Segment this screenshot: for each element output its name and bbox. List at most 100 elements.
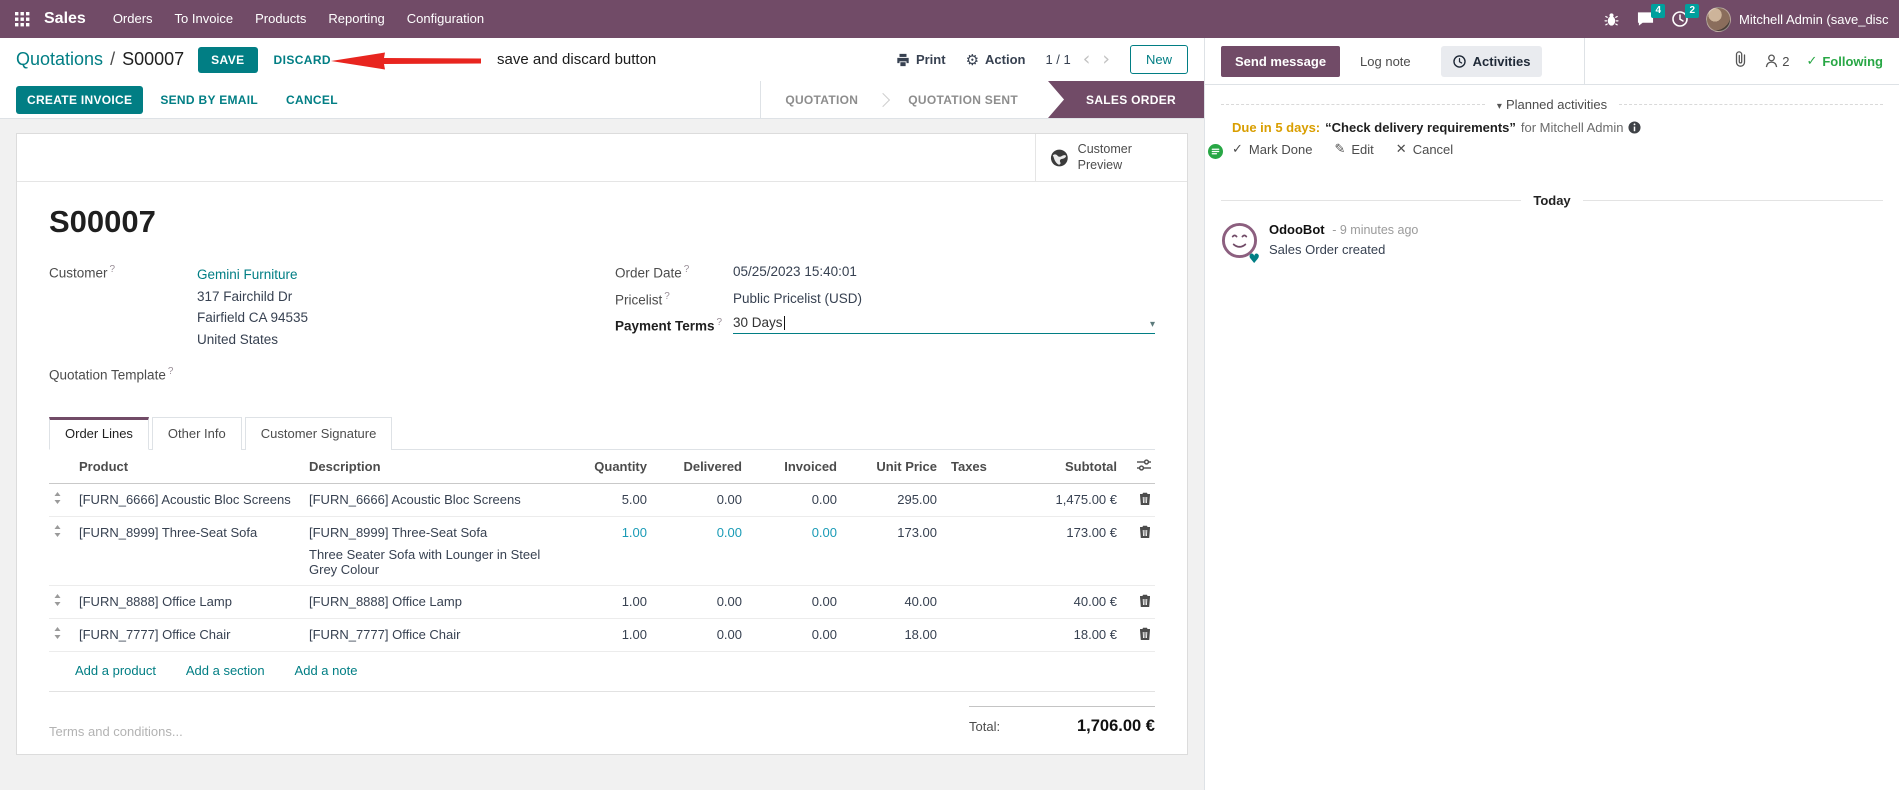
customer-preview-button[interactable]: Customer Preview xyxy=(1035,134,1187,181)
cell-description[interactable]: [FURN_8888] Office Lamp xyxy=(305,584,563,619)
cell-unit-price[interactable]: 295.00 xyxy=(841,483,941,516)
app-name[interactable]: Sales xyxy=(44,10,86,28)
payment-terms-field[interactable]: 30 Days ▾ xyxy=(733,315,1155,334)
cell-unit-price[interactable]: 40.00 xyxy=(841,584,941,619)
cell-unit-price[interactable]: 18.00 xyxy=(841,617,941,651)
order-line-row: [FURN_7777] Office Chair [FURN_7777] Off… xyxy=(49,617,1155,651)
delete-line-icon[interactable] xyxy=(1121,584,1155,619)
cancel-button[interactable]: CANCEL xyxy=(275,86,349,114)
order-date-field[interactable]: 05/25/2023 15:40:01 xyxy=(733,264,857,281)
customer-name-link[interactable]: Gemini Furniture xyxy=(197,264,308,286)
pager-value: 1 / 1 xyxy=(1045,52,1071,67)
message-author[interactable]: OdooBot xyxy=(1269,222,1325,237)
cell-invoiced[interactable]: 0.00 xyxy=(746,515,841,586)
cell-product[interactable]: [FURN_6666] Acoustic Bloc Screens xyxy=(75,483,305,516)
cell-invoiced[interactable]: 0.00 xyxy=(746,584,841,619)
nav-menu-products[interactable]: Products xyxy=(244,0,317,38)
info-icon[interactable] xyxy=(1628,121,1642,134)
activities-clock-icon[interactable]: 2 xyxy=(1672,4,1699,27)
cell-invoiced[interactable]: 0.00 xyxy=(746,617,841,651)
cell-invoiced[interactable]: 0.00 xyxy=(746,483,841,516)
top-navbar: Sales Orders To Invoice Products Reporti… xyxy=(0,0,1899,38)
cell-taxes[interactable] xyxy=(941,584,1017,619)
tab-order-lines[interactable]: Order Lines xyxy=(49,416,149,450)
customer-city: Fairfield CA 94535 xyxy=(197,310,309,326)
nav-menu-to-invoice[interactable]: To Invoice xyxy=(164,0,245,38)
delete-line-icon[interactable] xyxy=(1121,483,1155,516)
cell-taxes[interactable] xyxy=(941,617,1017,651)
planned-activities-header[interactable]: ▾ Planned activities xyxy=(1205,97,1899,112)
nav-menu-configuration[interactable]: Configuration xyxy=(396,0,495,38)
cell-delivered[interactable]: 0.00 xyxy=(651,515,746,586)
action-gear-button[interactable]: ⚙ Action xyxy=(966,51,1026,69)
send-by-email-button[interactable]: SEND BY EMAIL xyxy=(149,86,269,114)
cancel-activity-button[interactable]: ✕ Cancel xyxy=(1396,142,1453,157)
cell-quantity[interactable]: 1.00 xyxy=(563,617,651,651)
delete-line-icon[interactable] xyxy=(1121,617,1155,651)
tab-customer-signature[interactable]: Customer Signature xyxy=(244,416,393,450)
cell-product[interactable]: [FURN_8999] Three-Seat Sofa xyxy=(75,515,305,586)
drag-handle-icon[interactable] xyxy=(49,584,75,619)
add-a-section-link[interactable]: Add a section xyxy=(186,663,265,678)
cell-delivered[interactable]: 0.00 xyxy=(651,584,746,619)
pager-next-icon[interactable]: › xyxy=(1102,50,1110,69)
mark-done-button[interactable]: ✓ Mark Done xyxy=(1232,142,1312,157)
cell-product[interactable]: [FURN_8888] Office Lamp xyxy=(75,584,305,619)
customer-preview-label: Customer Preview xyxy=(1077,141,1132,172)
log-note-button[interactable]: Log note xyxy=(1348,46,1423,77)
cell-quantity[interactable]: 1.00 xyxy=(563,584,651,619)
user-menu[interactable]: Mitchell Admin (save_discar xyxy=(1706,6,1889,32)
pager-previous-icon[interactable]: ‹ xyxy=(1083,50,1091,69)
terms-and-conditions-field[interactable]: Terms and conditions... xyxy=(49,706,183,739)
edit-activity-button[interactable]: ✎ Edit xyxy=(1334,142,1373,157)
discard-button[interactable]: DISCARD xyxy=(274,53,331,67)
cell-quantity[interactable]: 5.00 xyxy=(563,483,651,516)
followers-button[interactable]: 2 xyxy=(1765,54,1789,69)
send-message-button[interactable]: Send message xyxy=(1221,45,1341,77)
followers-count: 2 xyxy=(1782,53,1790,69)
nav-menu-orders[interactable]: Orders xyxy=(102,0,164,38)
delete-line-icon[interactable] xyxy=(1121,515,1155,586)
stage-quotation[interactable]: QUOTATION xyxy=(761,81,882,118)
stage-quotation-sent[interactable]: QUOTATION SENT xyxy=(884,81,1042,118)
stage-sales-order-active[interactable]: SALES ORDER xyxy=(1048,81,1204,118)
activities-button[interactable]: Activities xyxy=(1440,45,1543,77)
save-button[interactable]: SAVE xyxy=(198,46,258,73)
breadcrumb-separator: / xyxy=(110,49,116,69)
cell-unit-price[interactable]: 173.00 xyxy=(841,515,941,586)
cell-description[interactable]: [FURN_7777] Office Chair xyxy=(305,617,563,651)
cell-description[interactable]: [FURN_6666] Acoustic Bloc Screens xyxy=(305,483,563,516)
cell-product[interactable]: [FURN_7777] Office Chair xyxy=(75,617,305,651)
new-button[interactable]: New xyxy=(1129,45,1188,74)
help-marker: ? xyxy=(683,264,690,275)
cell-taxes[interactable] xyxy=(941,483,1017,516)
order-lines-table: Product Description Quantity Delivered I… xyxy=(49,449,1155,651)
drag-handle-icon[interactable] xyxy=(49,483,75,516)
tab-other-info[interactable]: Other Info xyxy=(151,416,242,450)
drag-handle-icon[interactable] xyxy=(49,515,75,586)
cell-quantity[interactable]: 1.00 xyxy=(563,515,651,586)
check-icon: ✓ xyxy=(1232,142,1243,157)
cell-delivered[interactable]: 0.00 xyxy=(651,483,746,516)
drag-handle-icon[interactable] xyxy=(49,617,75,651)
add-a-product-link[interactable]: Add a product xyxy=(75,663,156,678)
cell-delivered[interactable]: 0.00 xyxy=(651,617,746,651)
attach-files-button[interactable] xyxy=(1733,50,1748,72)
add-a-note-link[interactable]: Add a note xyxy=(295,663,358,678)
messages-icon[interactable]: 4 xyxy=(1637,4,1665,27)
nav-menu-reporting[interactable]: Reporting xyxy=(317,0,395,38)
chatter-toolbar: Send message Log note Activities 2 ✓ Fol… xyxy=(1205,38,1899,85)
total-value: 1,706.00 € xyxy=(1077,716,1155,735)
print-button[interactable]: Print xyxy=(896,52,946,67)
apps-grid-icon[interactable] xyxy=(8,5,36,33)
pricelist-field[interactable]: Public Pricelist (USD) xyxy=(733,291,862,308)
gear-icon: ⚙ xyxy=(965,50,980,69)
optional-columns-button[interactable] xyxy=(1121,449,1155,484)
breadcrumb-quotations-link[interactable]: Quotations xyxy=(16,49,103,70)
cell-description[interactable]: [FURN_8999] Three-Seat Sofa Three Seater… xyxy=(305,515,563,586)
following-button[interactable]: ✓ Following xyxy=(1806,54,1883,69)
cell-taxes[interactable] xyxy=(941,515,1017,586)
create-invoice-button[interactable]: CREATE INVOICE xyxy=(16,85,144,114)
dropdown-caret-icon[interactable]: ▾ xyxy=(1150,319,1155,330)
bug-icon[interactable] xyxy=(1604,12,1619,27)
